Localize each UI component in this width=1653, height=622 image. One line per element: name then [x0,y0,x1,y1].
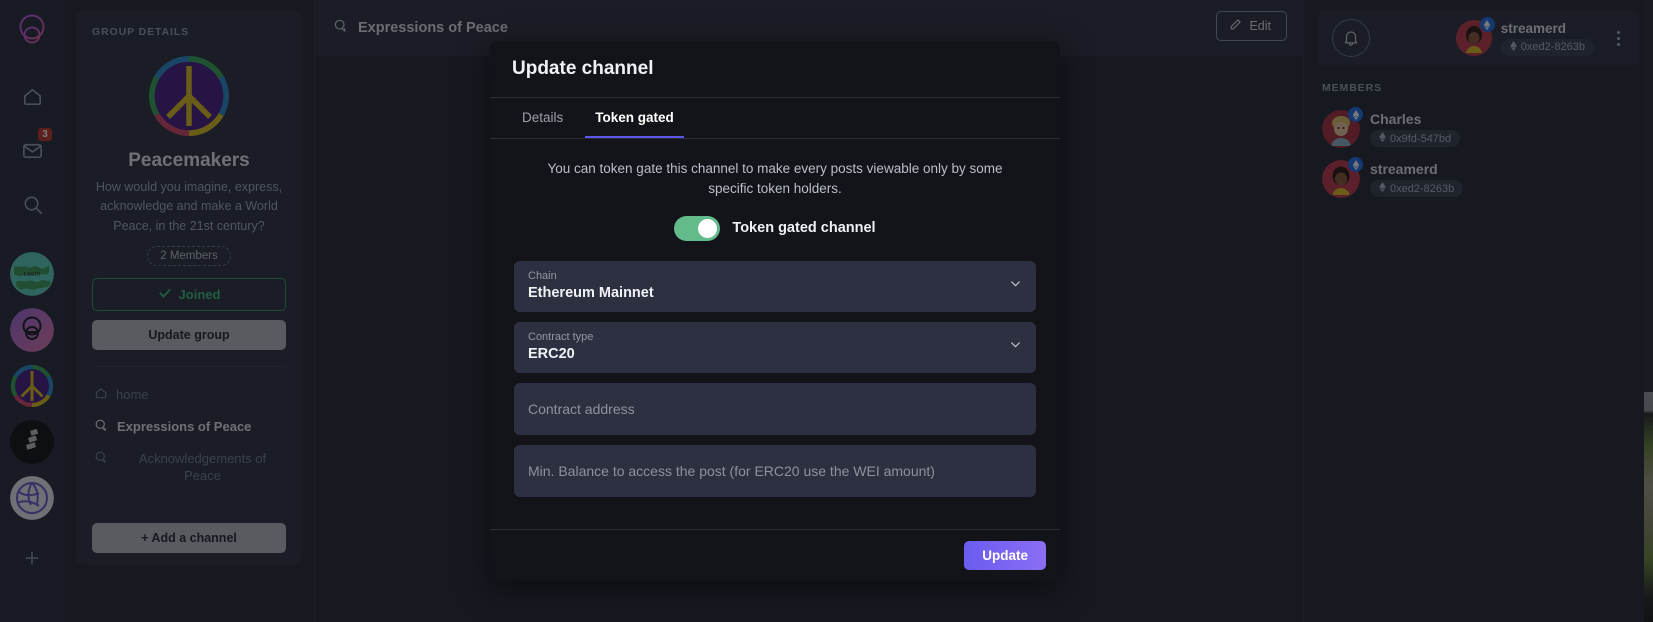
dialog-footer: Update [490,528,1060,581]
dialog-description: You can token gate this channel to make … [547,161,1003,197]
contract-type-value: ERC20 [528,345,575,362]
contract-address-placeholder: Contract address [528,400,635,417]
app-window: 3 EARTH [0,0,1653,622]
token-gated-toggle-label: Token gated channel [732,220,876,236]
chain-label: Chain [528,269,557,282]
chain-select[interactable]: Chain Ethereum Mainnet [514,260,1036,312]
contract-address-field[interactable]: Contract address [514,382,1036,435]
contract-type-label: Contract type [528,330,594,343]
update-button[interactable]: Update [964,540,1046,570]
token-gated-toggle-row: Token gated channel [514,215,1036,241]
update-channel-dialog: Update channel Details Token gated You c… [490,41,1060,581]
chain-value: Ethereum Mainnet [528,284,654,301]
dialog-body: You can token gate this channel to make … [490,139,1060,529]
token-gated-toggle[interactable] [674,215,721,241]
tab-token-gated[interactable]: Token gated [585,98,684,138]
dialog-tabs: Details Token gated [490,97,1060,139]
dialog-title: Update channel [512,58,654,79]
min-balance-placeholder: Min. Balance to access the post (for ERC… [528,462,935,479]
toggle-knob [698,218,718,238]
tab-details[interactable]: Details [512,98,573,138]
min-balance-field[interactable]: Min. Balance to access the post (for ERC… [514,444,1036,497]
contract-type-select[interactable]: Contract type ERC20 [514,321,1036,373]
